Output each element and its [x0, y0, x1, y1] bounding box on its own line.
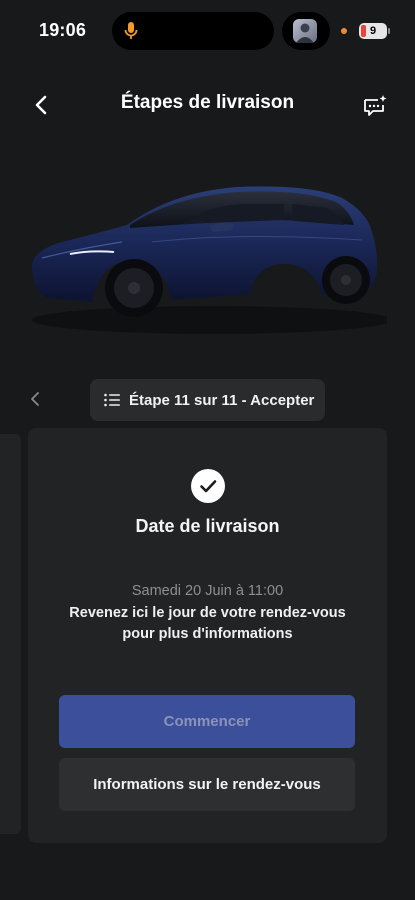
checkmark-icon [191, 469, 225, 503]
chat-sparkle-icon[interactable] [362, 94, 388, 118]
appointment-date: Samedi 20 Juin à 11:00 [131, 583, 284, 599]
recording-dot [341, 28, 347, 34]
step-label: Étape 11 sur 11 - Accepter [129, 391, 315, 409]
step-selector[interactable]: Étape 11 sur 11 - Accepter [90, 379, 325, 421]
list-icon [104, 393, 120, 407]
live-activity[interactable] [282, 12, 330, 50]
previous-step-card[interactable] [0, 434, 21, 834]
battery-level: 9 [369, 25, 377, 37]
microphone-icon [124, 22, 138, 39]
appointment-info-button[interactable]: Informations sur le rendez-vous [59, 758, 355, 811]
avatar [293, 19, 317, 43]
info-message: Revenez ici le jour de votre rendez-vous… [69, 605, 346, 642]
status-time: 19:06 [39, 20, 87, 40]
dynamic-island[interactable] [112, 12, 274, 50]
step-card: Date de livraison Samedi 20 Juin à 11:00… [28, 428, 387, 843]
car-image [32, 186, 387, 334]
page-title: Étapes de livraison [120, 92, 295, 113]
start-button[interactable]: Commencer [59, 695, 355, 748]
battery-icon: 9 [359, 23, 390, 39]
previous-step-icon[interactable] [28, 390, 42, 408]
status-bar: 19:06 9 [0, 0, 415, 62]
card-title: Date de livraison [135, 516, 280, 536]
